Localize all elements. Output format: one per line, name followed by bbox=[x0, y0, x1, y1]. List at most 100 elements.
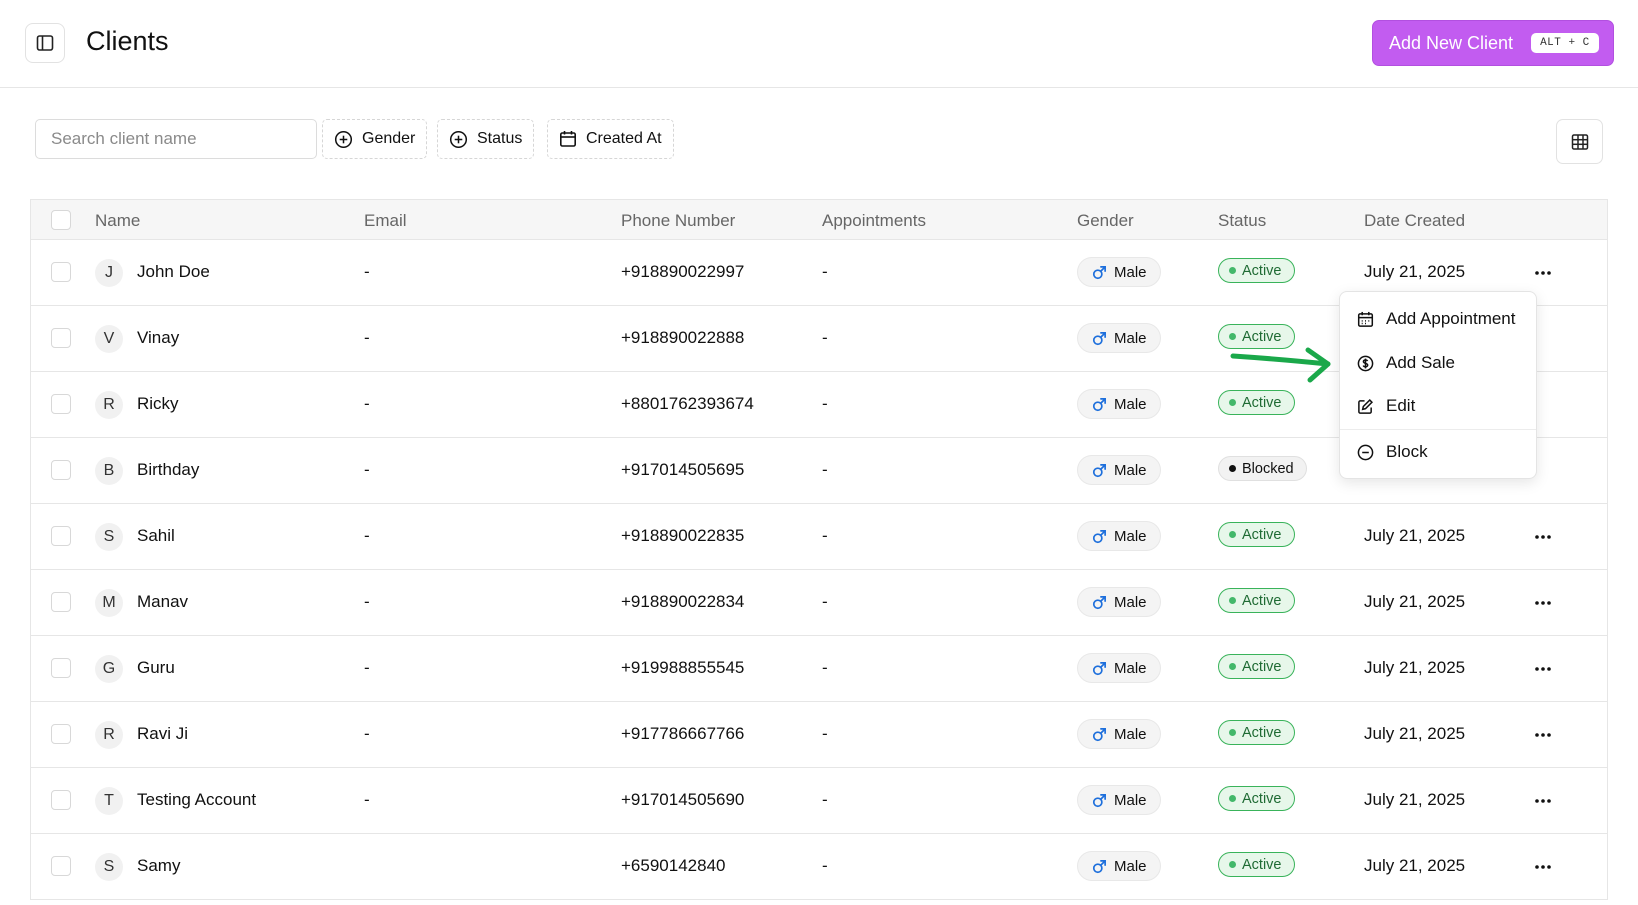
menu-item-add-appointment[interactable]: Add Appointment bbox=[1340, 298, 1536, 340]
avatar: S bbox=[95, 523, 123, 551]
row-checkbox[interactable] bbox=[51, 724, 71, 744]
status-dot bbox=[1229, 399, 1236, 406]
client-name[interactable]: Samy bbox=[137, 856, 180, 876]
column-header-phone[interactable]: Phone Number bbox=[621, 211, 735, 231]
status-badge: Active bbox=[1218, 852, 1295, 877]
row-actions-button[interactable] bbox=[1531, 856, 1555, 878]
column-header-gender[interactable]: Gender bbox=[1077, 211, 1134, 231]
row-checkbox[interactable] bbox=[51, 790, 71, 810]
male-icon bbox=[1092, 529, 1106, 543]
client-name[interactable]: Manav bbox=[137, 592, 188, 612]
row-actions-button[interactable] bbox=[1531, 592, 1555, 614]
status-label: Active bbox=[1242, 724, 1282, 741]
gender-badge: Male bbox=[1077, 521, 1161, 551]
client-name[interactable]: Ricky bbox=[137, 394, 179, 414]
add-new-client-button[interactable]: Add New Client ALT + C bbox=[1372, 20, 1614, 66]
table-row[interactable]: G Guru - +919988855545 - Male Active July 21, 2… bbox=[31, 636, 1607, 702]
table-row[interactable]: T Testing Account - +917014505690 - Male Activ… bbox=[31, 768, 1607, 834]
table-row[interactable]: S Samy +6590142840 - Male Active July 21, 2025 bbox=[31, 834, 1607, 900]
avatar: R bbox=[95, 721, 123, 749]
client-name[interactable]: Vinay bbox=[137, 328, 179, 348]
row-actions-button[interactable] bbox=[1531, 658, 1555, 680]
status-label: Active bbox=[1242, 856, 1282, 873]
row-checkbox[interactable] bbox=[51, 856, 71, 876]
row-actions-button[interactable] bbox=[1531, 262, 1555, 284]
client-name[interactable]: Sahil bbox=[137, 526, 175, 546]
client-email: - bbox=[364, 460, 370, 479]
male-icon bbox=[1092, 859, 1106, 873]
status-dot bbox=[1229, 861, 1236, 868]
column-header-name[interactable]: Name bbox=[95, 211, 140, 231]
select-all-checkbox[interactable] bbox=[51, 210, 71, 230]
client-appointments: - bbox=[822, 328, 828, 347]
more-horizontal-icon bbox=[1535, 733, 1551, 737]
client-name[interactable]: John Doe bbox=[137, 262, 210, 282]
client-appointments: - bbox=[822, 790, 828, 809]
table-row[interactable]: S Sahil - +918890022835 - Male Active July 21, … bbox=[31, 504, 1607, 570]
client-appointments: - bbox=[822, 394, 828, 413]
block-icon bbox=[1357, 444, 1374, 460]
client-phone: +918890022834 bbox=[621, 592, 745, 611]
client-email: - bbox=[364, 790, 370, 809]
client-name[interactable]: Testing Account bbox=[137, 790, 256, 810]
menu-item-add-sale[interactable]: Add Sale bbox=[1340, 342, 1536, 384]
avatar: S bbox=[95, 853, 123, 881]
client-appointments: - bbox=[822, 526, 828, 545]
more-horizontal-icon bbox=[1535, 271, 1551, 275]
created-at-filter-button[interactable]: Created At bbox=[547, 119, 674, 159]
row-checkbox[interactable] bbox=[51, 328, 71, 348]
status-badge: Active bbox=[1218, 654, 1295, 679]
row-checkbox[interactable] bbox=[51, 526, 71, 546]
gender-label: Male bbox=[1114, 263, 1147, 281]
gender-badge: Male bbox=[1077, 257, 1161, 287]
status-badge: Active bbox=[1218, 522, 1295, 547]
client-name[interactable]: Ravi Ji bbox=[137, 724, 188, 744]
row-actions-button[interactable] bbox=[1531, 790, 1555, 812]
status-label: Active bbox=[1242, 658, 1282, 675]
search-input[interactable] bbox=[35, 119, 317, 159]
avatar: T bbox=[95, 787, 123, 815]
row-checkbox[interactable] bbox=[51, 394, 71, 414]
gender-filter-button[interactable]: Gender bbox=[322, 119, 428, 159]
client-phone: +917786667766 bbox=[621, 724, 745, 743]
column-header-date-created[interactable]: Date Created bbox=[1364, 211, 1465, 231]
table-row[interactable]: R Ravi Ji - +917786667766 - Male Active July 21… bbox=[31, 702, 1607, 768]
menu-divider bbox=[1340, 429, 1536, 430]
column-header-email[interactable]: Email bbox=[364, 211, 407, 231]
gender-badge: Male bbox=[1077, 851, 1161, 881]
client-phone: +918890022997 bbox=[621, 262, 745, 281]
gender-badge: Male bbox=[1077, 719, 1161, 749]
male-icon bbox=[1092, 331, 1106, 345]
sidebar-toggle-button[interactable] bbox=[25, 23, 65, 63]
client-appointments: - bbox=[822, 460, 828, 479]
client-date-created: July 21, 2025 bbox=[1364, 658, 1466, 677]
page-header: Clients Add New Client ALT + C bbox=[0, 0, 1638, 88]
menu-item-edit[interactable]: Edit bbox=[1340, 385, 1536, 427]
row-checkbox[interactable] bbox=[51, 262, 71, 282]
row-checkbox[interactable] bbox=[51, 592, 71, 612]
avatar: V bbox=[95, 325, 123, 353]
calendar-icon bbox=[1357, 311, 1374, 327]
gender-badge: Male bbox=[1077, 785, 1161, 815]
male-icon bbox=[1092, 265, 1106, 279]
gender-badge: Male bbox=[1077, 389, 1161, 419]
view-options-button[interactable] bbox=[1556, 119, 1603, 164]
client-name[interactable]: Birthday bbox=[137, 460, 199, 480]
client-name[interactable]: Guru bbox=[137, 658, 175, 678]
client-date-created: July 21, 2025 bbox=[1364, 790, 1466, 809]
row-checkbox[interactable] bbox=[51, 658, 71, 678]
menu-item-label: Block bbox=[1386, 442, 1428, 461]
dollar-circle-icon bbox=[1357, 355, 1374, 371]
row-actions-button[interactable] bbox=[1531, 724, 1555, 746]
column-header-status[interactable]: Status bbox=[1218, 211, 1266, 231]
page-title: Clients bbox=[86, 26, 169, 56]
status-filter-button[interactable]: Status bbox=[437, 119, 535, 159]
gender-label: Male bbox=[1114, 659, 1147, 677]
row-actions-button[interactable] bbox=[1531, 526, 1555, 548]
column-header-appointments[interactable]: Appointments bbox=[822, 211, 926, 231]
row-checkbox[interactable] bbox=[51, 460, 71, 480]
menu-item-block[interactable]: Block bbox=[1340, 431, 1536, 473]
table-row[interactable]: M Manav - +918890022834 - Male Active July 21, … bbox=[31, 570, 1607, 636]
sidebar-toggle-icon bbox=[36, 35, 54, 51]
gender-label: Male bbox=[1114, 395, 1147, 413]
